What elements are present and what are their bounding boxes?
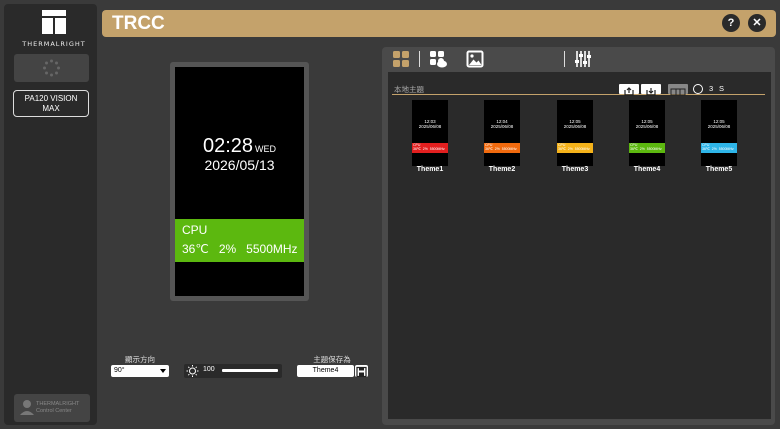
slideshow-interval-value[interactable]: 3 [709,84,713,93]
brightness-slider[interactable] [222,369,278,372]
thermalright-logo-mark [42,10,66,34]
preview-time: 02:28 [202,135,254,157]
cloud-themes-icon[interactable] [429,50,447,68]
section-divider [392,94,765,95]
theme-name[interactable]: Theme3 [550,166,600,173]
brand-wordmark: THERMALRIGHT [22,40,86,48]
preview-cpu-bar: CPU 36℃ 2% 5500MHz [175,219,304,262]
preview-date: 2026/05/13 [204,157,275,173]
chevron-down-icon [160,369,166,373]
theme-thumbnail[interactable]: 12:03 2025/06/08 CPU 36℃ 2% 5500MHz [412,100,448,166]
preview-time-row: 02:28 WED [175,135,304,158]
theme-thumb-time: 12:05 2025/06/08 [635,119,659,129]
sliders-icon[interactable] [574,50,592,68]
slideshow-icon [670,88,686,96]
import-icon [646,88,656,96]
save-icon [356,366,367,378]
tab-divider [419,51,420,67]
tab-divider [564,51,565,67]
theme-thumb-time: 12:05 2025/06/08 [563,119,587,129]
lcd-preview[interactable]: 02:28 WED 2026/05/13 CPU 36℃ 2% 5500MHz [175,67,304,296]
theme-thumb-bar: CPU 36℃ 2% 5500MHz [701,143,737,153]
person-icon [20,400,34,415]
refresh-button[interactable] [14,54,89,82]
export-button[interactable] [619,84,639,96]
theme-thumbnail[interactable]: 12:05 2025/06/08 CPU 36℃ 2% 5500MHz [629,100,665,166]
header-bar: TRCC ? ✕ [102,10,776,37]
theme-thumb-time: 12:03 2025/06/08 [418,119,442,129]
theme-thumb-bar: CPU 36℃ 2% 5500MHz [412,143,448,153]
theme-thumb-time: 12:04 2025/06/08 [490,119,514,129]
save-theme-label: 主題保存為 [313,355,351,364]
orientation-select[interactable]: 90° [111,365,169,377]
theme-thumb-bar-text: CPU 36℃ 2% 5500MHz [413,143,445,151]
theme-thumbnail[interactable]: 12:05 2025/06/08 CPU 36℃ 2% 5500MHz [701,100,737,166]
preview-cpu-values: 36℃ 2% 5500MHz [182,242,298,256]
theme-thumb-bar: CPU 36℃ 2% 5500MHz [484,143,520,153]
image-icon[interactable] [466,50,484,68]
close-button[interactable]: ✕ [748,14,766,32]
preview-cpu-label: CPU [182,223,208,237]
help-button[interactable]: ? [722,14,740,32]
theme-name[interactable]: Theme4 [622,166,672,173]
theme-thumb-bar-text: CPU 36℃ 2% 5500MHz [702,143,734,151]
theme-thumb-time: 12:05 2025/06/08 [707,119,731,129]
device-button-pa120[interactable]: PA120 VISION MAX [13,90,89,117]
control-center-button[interactable]: THERMALRIGHT Control Center [14,394,90,422]
loading-spinner-icon [43,59,60,77]
theme-name[interactable]: Theme2 [477,166,527,173]
theme-thumb-bar: CPU 36℃ 2% 5500MHz [557,143,593,153]
theme-name[interactable]: Theme1 [405,166,455,173]
theme-thumb-bar: CPU 36℃ 2% 5500MHz [629,143,665,153]
thermalright-logo: THERMALRIGHT [8,10,94,50]
brightness-control: 100 [184,364,282,378]
slideshow-interval-unit: S [719,84,725,93]
export-icon [624,87,634,96]
theme-thumb-bar-text: CPU 36℃ 2% 5500MHz [630,143,662,151]
theme-name[interactable]: Theme5 [694,166,744,173]
theme-thumbnail[interactable]: 12:04 2025/06/08 CPU 36℃ 2% 5500MHz [484,100,520,166]
save-theme-button[interactable] [355,365,368,378]
clock-icon [693,84,703,94]
theme-name-input[interactable]: Theme4 [297,365,354,377]
brightness-icon [186,365,199,377]
preview-weekday: WED [255,144,277,154]
orientation-label: 顯示方向 [125,355,155,364]
theme-thumb-bar-text: CPU 36℃ 2% 5500MHz [485,143,517,151]
import-button[interactable] [641,84,661,96]
grid-icon[interactable] [392,50,410,68]
theme-thumbnail[interactable]: 12:05 2025/06/08 CPU 36℃ 2% 5500MHz [557,100,593,166]
brightness-value: 100 [203,366,215,373]
control-center-line1: THERMALRIGHT [36,401,80,407]
theme-thumb-bar-text: CPU 36℃ 2% 5500MHz [558,143,590,151]
app-title: TRCC [112,13,165,34]
orientation-value: 90° [114,367,125,374]
sidebar: THERMALRIGHT PA120 VISION MAX THERMALRIG… [4,4,97,425]
slideshow-toggle[interactable] [668,84,688,96]
control-center-line2: Control Center [36,408,72,414]
